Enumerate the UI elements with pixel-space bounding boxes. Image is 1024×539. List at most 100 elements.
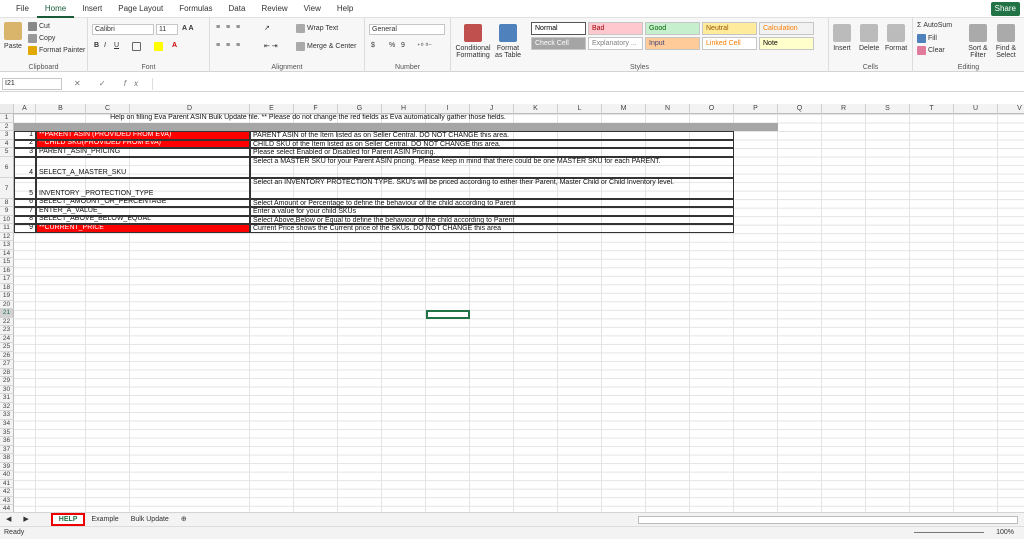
sheet-tab-help[interactable]: HELP [50,513,86,526]
borders-button[interactable] [132,42,141,51]
align-left-buttons[interactable]: ≡ ≡ ≡ [216,42,242,49]
select-all-corner[interactable] [0,104,14,114]
find-select-button[interactable]: Find & Select [993,24,1019,59]
row-header-13[interactable]: 13 [0,241,14,250]
row-header-42[interactable]: 42 [0,488,14,497]
row-header-34[interactable]: 34 [0,419,14,429]
column-header-p[interactable]: P [734,104,778,114]
column-header-e[interactable]: E [250,104,294,114]
row-header-14[interactable]: 14 [0,249,14,259]
column-header-o[interactable]: O [690,104,734,114]
column-header-n[interactable]: N [646,104,690,114]
comma-button[interactable]: 9 [401,42,405,49]
field-name-cell[interactable]: **PARENT ASIN (PROVIDED FROM EVA) [36,131,250,140]
row-header-44[interactable]: 44 [0,505,14,512]
field-description-cell[interactable]: Please select Enabled or Disabled for Pa… [250,148,734,157]
ribbon-tab-page-layout[interactable]: Page Layout [110,0,171,18]
ribbon-tab-review[interactable]: Review [253,0,295,18]
name-box[interactable]: I21 [2,77,62,90]
zoom-slider[interactable] [914,532,984,533]
column-header-f[interactable]: F [294,104,338,114]
column-header-d[interactable]: D [130,104,250,114]
cut-button[interactable]: Cut [28,22,50,31]
row-header-39[interactable]: 39 [0,462,14,472]
field-name-cell[interactable]: SELECT_AMOUNT_OR_PERCENTAGE [36,198,250,208]
row-header-11[interactable]: 11 [0,224,14,233]
row-header-28[interactable]: 28 [0,368,14,378]
ribbon-tab-view[interactable]: View [296,0,329,18]
field-name-cell[interactable]: SELECT_A_MASTER_SKU [36,156,250,178]
cell-style-input[interactable]: Input [645,37,700,50]
field-description-cell[interactable]: Select a MASTER SKU for your Parent ASIN… [250,156,734,178]
field-description-cell[interactable]: PARENT ASIN of the Item listed as on Sel… [250,131,734,140]
column-header-h[interactable]: H [382,104,426,114]
column-header-k[interactable]: K [514,104,558,114]
decimal-buttons[interactable]: ⁺⁰ ⁰⁻ [417,42,432,50]
sort-filter-button[interactable]: Sort & Filter [965,24,991,59]
conditional-formatting-button[interactable]: Conditional Formatting [455,24,491,59]
row-header-18[interactable]: 18 [0,283,14,293]
ribbon-tab-formulas[interactable]: Formulas [171,0,220,18]
field-description-cell[interactable]: Enter a value for your child SKUs [250,207,734,216]
row-header-22[interactable]: 22 [0,317,14,327]
italic-button[interactable]: I [104,42,106,49]
share-button[interactable]: Share [990,1,1020,16]
field-description-cell[interactable]: Select an INVENTORY PROTECTION TYPE. SKU… [250,177,734,199]
cell-style-linked-cell[interactable]: Linked Cell [702,37,757,50]
field-description-cell[interactable]: Current Price shows the Current price of… [250,224,734,233]
column-header-l[interactable]: L [558,104,602,114]
row-header-38[interactable]: 38 [0,454,14,463]
row-header-1[interactable]: 1 [0,114,14,123]
row-header-30[interactable]: 30 [0,385,14,395]
column-header-t[interactable]: T [910,104,954,114]
orientation-button[interactable]: ↗ [264,24,270,32]
row-header-24[interactable]: 24 [0,334,14,344]
row-header-16[interactable]: 16 [0,266,14,276]
row-header-29[interactable]: 29 [0,377,14,386]
format-painter-button[interactable]: Format Painter [28,46,85,55]
row-header-8[interactable]: 8 [0,198,14,208]
row-header-37[interactable]: 37 [0,445,14,455]
ribbon-tab-file[interactable]: File [8,0,37,18]
column-header-r[interactable]: R [822,104,866,114]
row-header-6[interactable]: 6 [0,156,14,178]
column-header-a[interactable]: A [14,104,36,114]
row-header-32[interactable]: 32 [0,402,14,412]
indent-button[interactable]: ⇤ ⇥ [264,42,278,50]
number-format-select[interactable]: General [369,24,445,35]
row-header-4[interactable]: 4 [0,139,14,149]
column-header-i[interactable]: I [426,104,470,114]
row-header-10[interactable]: 10 [0,215,14,225]
row-header-15[interactable]: 15 [0,258,14,267]
ribbon-tab-help[interactable]: Help [329,0,361,18]
sheet-tab-bulk-update[interactable]: Bulk Update [125,513,175,526]
row-header-9[interactable]: 9 [0,207,14,216]
worksheet-grid[interactable]: ABCDEFGHIJKLMNOPQRSTUV 1 2 3 4 5 6 7 8 9 10 11 12 13… [0,104,1024,512]
align-top-buttons[interactable]: ≡ ≡ ≡ [216,24,242,31]
cell-style-bad[interactable]: Bad [588,22,643,35]
row-number-cell[interactable]: 6 [14,198,36,208]
row-header-23[interactable]: 23 [0,326,14,335]
horizontal-scrollbar[interactable] [638,515,1018,524]
percent-button[interactable]: % [389,42,395,49]
cell-style-note[interactable]: Note [759,37,814,50]
underline-button[interactable]: U [114,42,119,49]
field-name-cell[interactable]: **CHILD SKU(PROVIDED FROM EVA) [36,139,250,149]
row-header-5[interactable]: 5 [0,148,14,157]
row-header-35[interactable]: 35 [0,428,14,438]
row-header-17[interactable]: 17 [0,275,14,284]
row-number-cell[interactable]: 7 [14,207,36,216]
row-number-cell[interactable]: 2 [14,139,36,149]
cell-style-check-cell[interactable]: Check Cell [531,37,586,50]
column-header-u[interactable]: U [954,104,998,114]
header-band[interactable] [14,122,778,132]
column-header-b[interactable]: B [36,104,86,114]
fill-color-button[interactable] [154,42,163,51]
row-header-21[interactable]: 21 [0,309,14,318]
column-header-q[interactable]: Q [778,104,822,114]
cell-style-good[interactable]: Good [645,22,700,35]
insert-cells-button[interactable]: Insert [833,24,851,52]
ribbon-tab-home[interactable]: Home [36,0,75,18]
row-header-2[interactable]: 2 [0,122,14,132]
field-name-cell[interactable]: SELECT_ABOVE_BELOW_EQUAL [36,215,250,225]
